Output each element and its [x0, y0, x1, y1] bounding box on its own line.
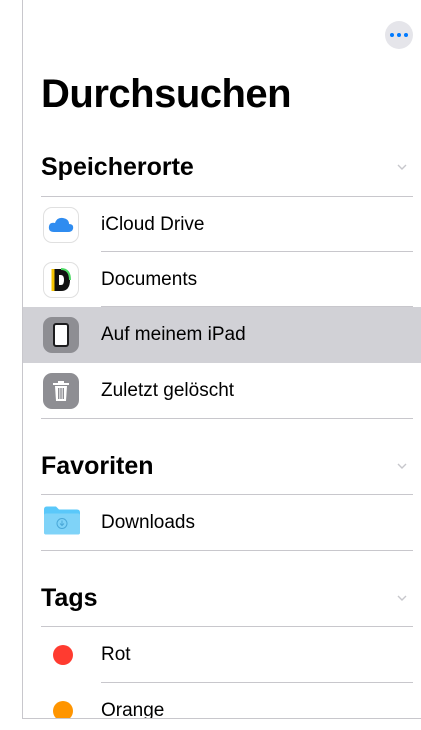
sidebar-item-recently-deleted[interactable]: Zuletzt gelöscht — [23, 363, 421, 418]
chevron-down-icon[interactable] — [397, 162, 407, 172]
sidebar-item-label: Orange — [101, 699, 165, 719]
sidebar-item-label: Auf meinem iPad — [101, 324, 246, 345]
sidebar-item-label: Zuletzt gelöscht — [101, 379, 235, 401]
sidebar-item-label: iCloud Drive — [101, 213, 205, 235]
chevron-down-icon[interactable] — [397, 593, 407, 603]
ipad-icon — [43, 317, 79, 353]
sidebar-item-downloads[interactable]: Downloads — [23, 495, 421, 550]
browse-sidebar: Durchsuchen Speicherorte iCloud Drive Do… — [22, 0, 421, 719]
locations-section-header[interactable]: Speicherorte — [41, 153, 194, 182]
orange-tag-dot-icon — [53, 700, 73, 718]
sidebar-item-icloud-drive[interactable]: iCloud Drive — [23, 197, 421, 252]
favorites-section-header[interactable]: Favoriten — [41, 452, 154, 481]
sidebar-item-tag-orange[interactable]: Orange — [23, 683, 421, 719]
sidebar-item-on-my-ipad[interactable]: Auf meinem iPad — [23, 307, 421, 363]
trash-icon — [43, 372, 79, 409]
chevron-down-icon[interactable] — [397, 461, 407, 471]
red-tag-dot-icon — [53, 644, 73, 665]
sidebar-item-label: Downloads — [101, 511, 195, 533]
downloads-folder-icon — [44, 506, 80, 534]
icloud-icon — [43, 206, 79, 243]
sidebar-item-label: Documents — [101, 268, 198, 290]
page-title: Durchsuchen — [41, 72, 292, 116]
ellipsis-icon — [390, 33, 394, 37]
tags-section-header[interactable]: Tags — [41, 584, 98, 613]
documents-app-icon — [43, 261, 79, 298]
more-options-button[interactable] — [385, 21, 413, 49]
sidebar-item-documents[interactable]: Documents — [23, 252, 421, 307]
sidebar-item-label: Rot — [101, 643, 131, 665]
sidebar-item-tag-red[interactable]: Rot — [23, 627, 421, 682]
